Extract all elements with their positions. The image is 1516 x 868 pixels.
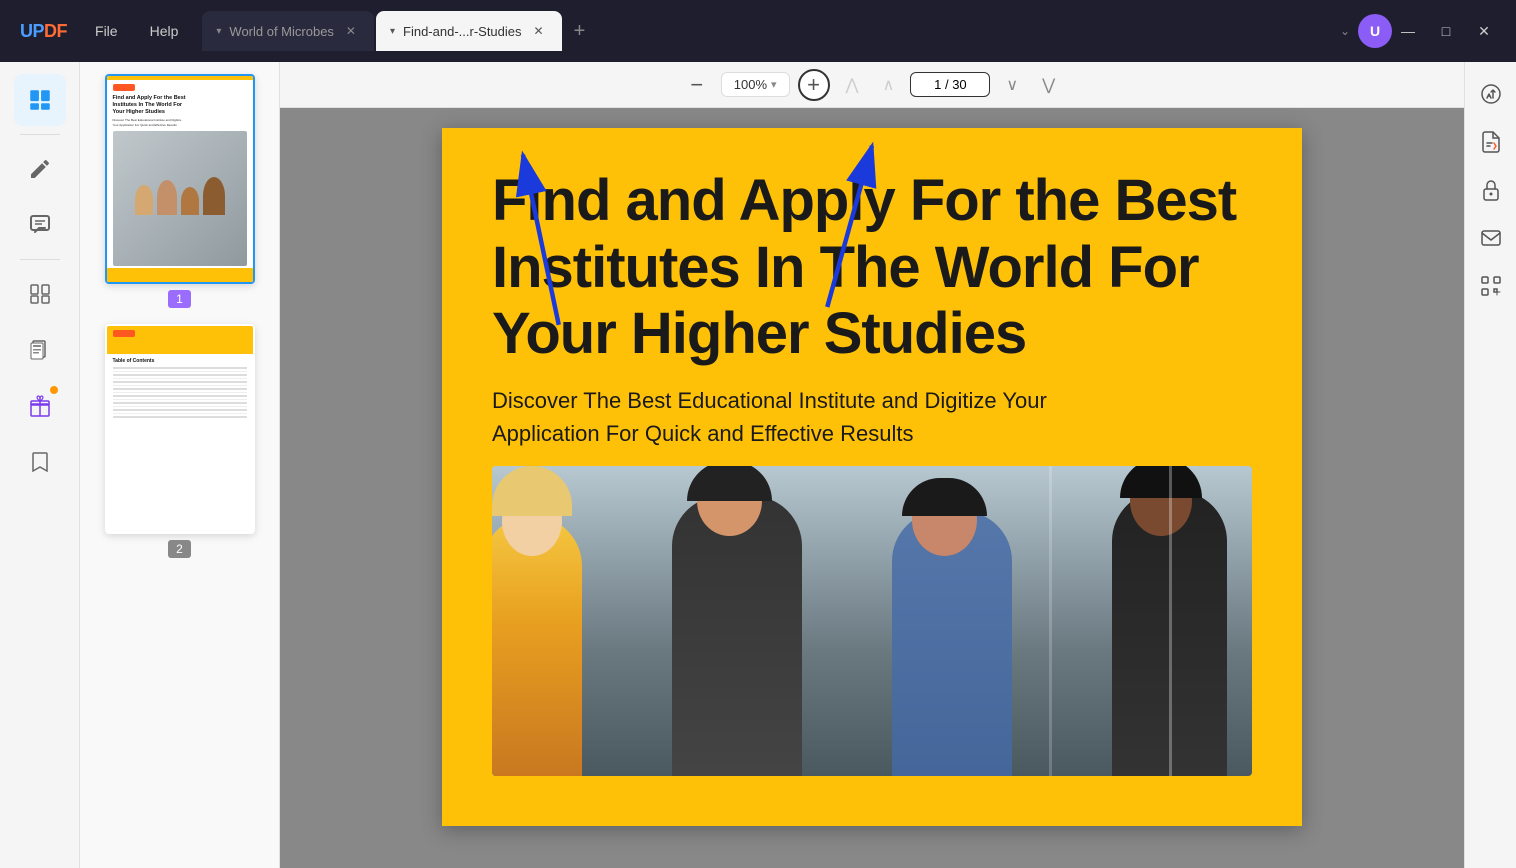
thumbnail-panel: Find and Apply For the BestInstitutes In… bbox=[80, 62, 280, 868]
page-separator: / bbox=[945, 77, 949, 92]
sidebar-item-pages[interactable] bbox=[14, 324, 66, 376]
account-button[interactable]: U bbox=[1358, 14, 1392, 48]
sidebar-divider-1 bbox=[20, 134, 60, 135]
left-sidebar bbox=[0, 62, 80, 868]
pdf-main-title: Find and Apply For the Best Institutes I… bbox=[492, 168, 1252, 368]
sidebar-item-bookmark[interactable] bbox=[14, 436, 66, 488]
page-input[interactable]: 1 / 30 bbox=[910, 72, 990, 97]
page-total: 30 bbox=[952, 77, 966, 92]
nav-prev-button[interactable]: ∧ bbox=[875, 69, 903, 101]
tab1-close-icon[interactable]: ✕ bbox=[342, 22, 360, 40]
menu-help[interactable]: Help bbox=[134, 17, 195, 45]
right-icon-pdf[interactable] bbox=[1471, 122, 1511, 162]
zoom-out-button[interactable]: − bbox=[681, 69, 713, 101]
pdf-page-content: Find and Apply For the Best Institutes I… bbox=[442, 128, 1302, 826]
zoom-dropdown-icon: ▾ bbox=[771, 78, 777, 91]
thumbnail-img-1: Find and Apply For the BestInstitutes In… bbox=[105, 74, 255, 284]
zoom-level: 100% bbox=[734, 77, 767, 92]
thumbnail-img-2: Table of Contents bbox=[105, 324, 255, 534]
sidebar-divider-2 bbox=[20, 259, 60, 260]
content-area: − 100% ▾ + ⋀ ∧ 1 / 30 ∨ ⋁ bbox=[280, 62, 1464, 868]
nav-last-button[interactable]: ⋁ bbox=[1034, 69, 1063, 101]
title-bar: UPDF File Help ▾ World of Microbes ✕ ▾ F… bbox=[0, 0, 1516, 62]
pdf-page-1: Find and Apply For the Best Institutes I… bbox=[442, 128, 1302, 826]
tab-find-studies[interactable]: ▾ Find-and-...r-Studies ✕ bbox=[376, 11, 562, 51]
zoom-display[interactable]: 100% ▾ bbox=[721, 72, 790, 97]
zoom-in-button[interactable]: + bbox=[798, 69, 830, 101]
tab-add-button[interactable]: + bbox=[564, 16, 596, 47]
sidebar-item-organize[interactable] bbox=[14, 268, 66, 320]
close-button[interactable]: ✕ bbox=[1468, 15, 1500, 47]
right-icon-ocr[interactable] bbox=[1471, 266, 1511, 306]
pdf-photo-area bbox=[492, 466, 1252, 776]
menu-file[interactable]: File bbox=[79, 17, 134, 45]
sidebar-item-gift[interactable] bbox=[14, 380, 66, 432]
window-controls: — □ ✕ bbox=[1392, 15, 1500, 47]
tabs-dropdown-icon[interactable]: ⌄ bbox=[1332, 20, 1358, 42]
thumbnail-page-2[interactable]: Table of Contents bbox=[105, 324, 255, 558]
people-group bbox=[492, 466, 1252, 776]
sidebar-item-edit[interactable] bbox=[14, 143, 66, 195]
tab1-label: World of Microbes bbox=[229, 24, 334, 39]
right-icon-email[interactable] bbox=[1471, 218, 1511, 258]
app-logo[interactable]: UPDF bbox=[8, 21, 79, 42]
right-sidebar bbox=[1464, 62, 1516, 868]
thumbnail-label-1: 1 bbox=[168, 290, 191, 308]
thumbnail-label-2: 2 bbox=[168, 540, 191, 558]
page-current: 1 bbox=[934, 77, 941, 92]
pdf-subtitle: Discover The Best Educational Institute … bbox=[492, 384, 1072, 450]
thumbnail-page-1[interactable]: Find and Apply For the BestInstitutes In… bbox=[105, 74, 255, 308]
right-icon-lock[interactable] bbox=[1471, 170, 1511, 210]
toolbar: − 100% ▾ + ⋀ ∧ 1 / 30 ∨ ⋁ bbox=[280, 62, 1464, 108]
sidebar-item-reader[interactable] bbox=[14, 74, 66, 126]
sidebar-item-comment[interactable] bbox=[14, 199, 66, 251]
main-area: Find and Apply For the BestInstitutes In… bbox=[0, 62, 1516, 868]
gift-badge bbox=[50, 386, 58, 394]
tab2-close-icon[interactable]: ✕ bbox=[530, 22, 548, 40]
nav-first-button[interactable]: ⋀ bbox=[838, 69, 867, 101]
tab2-arrow-icon: ▾ bbox=[390, 26, 395, 37]
nav-next-button[interactable]: ∨ bbox=[998, 69, 1026, 101]
minimize-button[interactable]: — bbox=[1392, 15, 1424, 47]
right-icon-ai[interactable] bbox=[1471, 74, 1511, 114]
tabs-area: ▾ World of Microbes ✕ ▾ Find-and-...r-St… bbox=[202, 11, 1332, 51]
maximize-button[interactable]: □ bbox=[1430, 15, 1462, 47]
tab1-arrow-icon: ▾ bbox=[216, 26, 221, 37]
tab-world-of-microbes[interactable]: ▾ World of Microbes ✕ bbox=[202, 11, 374, 51]
tab2-label: Find-and-...r-Studies bbox=[403, 24, 522, 39]
pdf-viewport: Find and Apply For the Best Institutes I… bbox=[280, 108, 1464, 868]
